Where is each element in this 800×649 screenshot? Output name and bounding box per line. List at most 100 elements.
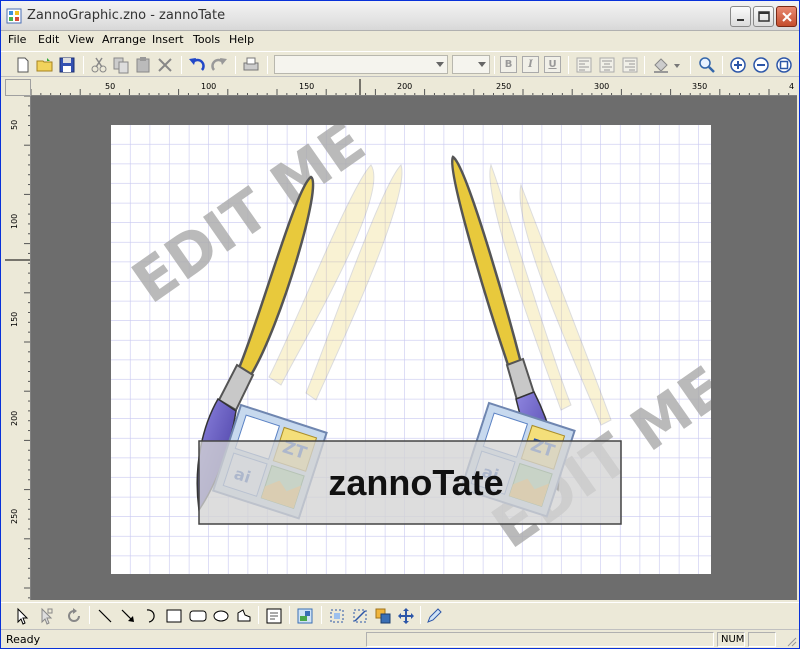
minimize-button[interactable] bbox=[730, 6, 751, 27]
copy-icon[interactable] bbox=[111, 55, 131, 75]
chevron-down-icon bbox=[478, 62, 486, 67]
toolbar-separator bbox=[568, 56, 569, 74]
select-all-icon[interactable] bbox=[328, 607, 346, 625]
delete-icon[interactable] bbox=[155, 55, 175, 75]
drawing-canvas-area[interactable]: EDIT ME EDIT ME bbox=[31, 96, 797, 600]
maximize-button[interactable] bbox=[753, 6, 774, 27]
vertical-ruler[interactable]: 50 100 150 200 250 bbox=[5, 96, 31, 600]
rectangle-tool-icon[interactable] bbox=[165, 607, 183, 625]
ruler-label: 300 bbox=[594, 82, 609, 91]
insert-image-icon[interactable] bbox=[296, 607, 314, 625]
print-icon[interactable] bbox=[241, 55, 261, 75]
align-center-icon[interactable] bbox=[597, 55, 617, 75]
toolbar-separator bbox=[494, 56, 495, 74]
redo-icon[interactable] bbox=[209, 55, 229, 75]
app-window: ZannoGraphic.zno - zannoTate File Edit V… bbox=[0, 0, 800, 649]
maximize-icon bbox=[758, 11, 770, 22]
ruler-label: 50 bbox=[10, 120, 19, 130]
bring-to-front-icon[interactable] bbox=[374, 607, 392, 625]
rounded-rectangle-tool-icon[interactable] bbox=[189, 607, 207, 625]
ruler-ticks: 50 100 150 200 250 bbox=[5, 96, 30, 599]
text-box-tool-icon[interactable] bbox=[265, 607, 283, 625]
menu-edit[interactable]: Edit bbox=[38, 33, 59, 46]
fill-color-icon[interactable] bbox=[651, 55, 671, 75]
italic-button[interactable]: I bbox=[522, 56, 539, 73]
ruler-label: 100 bbox=[10, 214, 19, 229]
zoom-fit-icon[interactable] bbox=[774, 55, 794, 75]
horizontal-ruler[interactable]: 50 100 150 200 250 300 350 4 bbox=[31, 79, 797, 96]
new-document-icon[interactable] bbox=[13, 55, 33, 75]
ruler-label: 150 bbox=[10, 312, 19, 327]
toolbar-separator bbox=[258, 606, 259, 624]
menu-file[interactable]: File bbox=[8, 33, 26, 46]
status-bar: Ready NUM bbox=[1, 629, 799, 648]
ruler-label: 250 bbox=[496, 82, 511, 91]
ruler-label: 200 bbox=[397, 82, 412, 91]
drawing-page[interactable]: EDIT ME EDIT ME bbox=[111, 125, 711, 574]
toolbar-separator bbox=[267, 56, 268, 74]
save-icon[interactable] bbox=[57, 55, 77, 75]
arrow-tool-icon[interactable] bbox=[119, 607, 137, 625]
ruler-label: 200 bbox=[10, 411, 19, 426]
menu-help[interactable]: Help bbox=[229, 33, 254, 46]
pen-tool-icon[interactable] bbox=[425, 607, 443, 625]
menu-tools[interactable]: Tools bbox=[193, 33, 220, 46]
resize-grip-icon[interactable] bbox=[785, 635, 797, 647]
cut-icon[interactable] bbox=[89, 55, 109, 75]
bold-button[interactable]: B bbox=[500, 56, 517, 73]
num-lock-indicator: NUM bbox=[717, 632, 745, 647]
move-icon[interactable] bbox=[397, 607, 415, 625]
page-artwork[interactable]: EDIT ME EDIT ME bbox=[111, 125, 711, 574]
toolbar-separator bbox=[644, 56, 645, 74]
menu-bar: File Edit View Arrange Insert Tools Help bbox=[1, 31, 799, 50]
ruler-ticks: 50 100 150 200 250 300 350 4 bbox=[31, 79, 794, 95]
ellipse-tool-icon[interactable] bbox=[212, 607, 230, 625]
font-family-select[interactable] bbox=[274, 55, 448, 74]
open-folder-icon[interactable] bbox=[35, 55, 55, 75]
align-left-icon[interactable] bbox=[574, 55, 594, 75]
drawing-toolbar bbox=[1, 602, 799, 628]
node-edit-pointer-icon[interactable] bbox=[37, 607, 55, 625]
toolbar-separator bbox=[722, 56, 723, 74]
menu-arrange[interactable]: Arrange bbox=[102, 33, 146, 46]
arc-tool-icon[interactable] bbox=[142, 607, 160, 625]
zoom-in-icon[interactable] bbox=[728, 55, 748, 75]
toolbar-separator bbox=[289, 606, 290, 624]
main-toolbar: B I U bbox=[1, 51, 799, 77]
app-icon bbox=[6, 8, 22, 24]
status-panel bbox=[748, 632, 776, 647]
ruler-corner bbox=[5, 79, 31, 96]
menu-view[interactable]: View bbox=[68, 33, 94, 46]
menu-insert[interactable]: Insert bbox=[152, 33, 184, 46]
align-right-icon[interactable] bbox=[620, 55, 640, 75]
banner-text[interactable]: zannoTate bbox=[328, 462, 503, 503]
ruler-label: 150 bbox=[299, 82, 314, 91]
status-text: Ready bbox=[6, 633, 41, 646]
toolbar-separator bbox=[181, 56, 182, 74]
paste-icon[interactable] bbox=[133, 55, 153, 75]
stretch-icon[interactable] bbox=[351, 607, 369, 625]
zoom-icon[interactable] bbox=[697, 55, 717, 75]
close-button[interactable] bbox=[776, 6, 797, 27]
ruler-label: 250 bbox=[10, 509, 19, 524]
underline-button[interactable]: U bbox=[544, 56, 561, 73]
chevron-down-icon[interactable] bbox=[674, 64, 680, 68]
toolbar-separator bbox=[83, 56, 84, 74]
title-bar[interactable]: ZannoGraphic.zno - zannoTate bbox=[1, 1, 799, 31]
zoom-out-icon[interactable] bbox=[751, 55, 771, 75]
window-title: ZannoGraphic.zno - zannoTate bbox=[27, 8, 226, 23]
select-pointer-icon[interactable] bbox=[13, 607, 31, 625]
toolbar-separator bbox=[235, 56, 236, 74]
font-size-select[interactable] bbox=[452, 55, 490, 74]
status-panel bbox=[366, 632, 714, 647]
chevron-down-icon bbox=[436, 62, 444, 67]
polygon-tool-icon[interactable] bbox=[235, 607, 253, 625]
minimize-icon bbox=[737, 19, 744, 21]
rotate-icon[interactable] bbox=[65, 607, 83, 625]
line-tool-icon[interactable] bbox=[96, 607, 114, 625]
ruler-label: 4 bbox=[789, 82, 794, 91]
undo-icon[interactable] bbox=[187, 55, 207, 75]
ruler-label: 50 bbox=[105, 82, 115, 91]
toolbar-separator bbox=[420, 606, 421, 624]
close-icon bbox=[782, 12, 792, 22]
